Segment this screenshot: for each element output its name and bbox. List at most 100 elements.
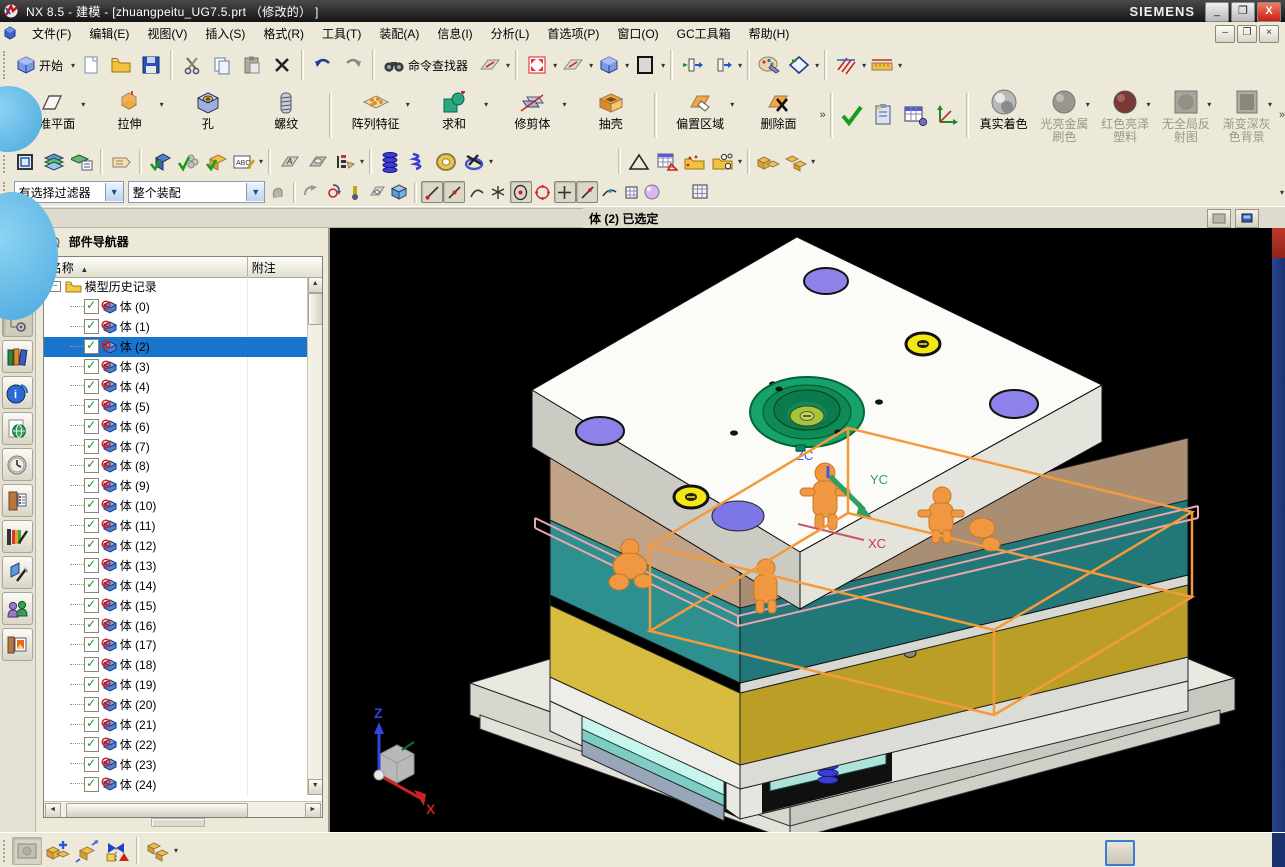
layer-settings-button[interactable]	[40, 148, 68, 176]
cut-button[interactable]	[177, 50, 207, 80]
lifting-hole-yellow[interactable]	[904, 331, 942, 357]
add-component-button[interactable]	[42, 837, 72, 865]
tree-row-body-3[interactable]: ✓ 体 (3)	[44, 357, 307, 377]
child-close-button[interactable]: ×	[1259, 25, 1279, 43]
dropdown-arrow[interactable]: ▾	[81, 100, 85, 109]
internet-browser-tab[interactable]	[1, 412, 33, 445]
text-check-button[interactable]: ABC	[230, 148, 258, 176]
shaded-view-button[interactable]	[558, 50, 588, 80]
tree-row-body-17[interactable]: ✓ 体 (17)	[44, 635, 307, 655]
check-clearance-button[interactable]	[174, 148, 202, 176]
groups-palette-tab[interactable]	[1, 592, 33, 625]
shading-button-realshade[interactable]: 真实着色	[973, 87, 1034, 143]
visibility-checkbox[interactable]: ✓	[83, 438, 99, 454]
dropdown-arrow[interactable]: ▾	[1268, 100, 1272, 109]
tree-row-body-14[interactable]: ✓ 体 (14)	[44, 575, 307, 595]
new-file-button[interactable]	[76, 50, 106, 80]
menu-9[interactable]: 首选项(P)	[538, 24, 608, 44]
column-note[interactable]: 附注	[252, 259, 276, 276]
tree-row-body-6[interactable]: ✓ 体 (6)	[44, 416, 307, 436]
focused-mini-button[interactable]	[1105, 840, 1135, 866]
interference-button[interactable]	[831, 50, 861, 80]
shading-button-matbg[interactable]: 渐变深灰色背景 ▾	[1216, 87, 1277, 144]
dropdown-arrow[interactable]: ▾	[259, 157, 263, 166]
assembly-constraints-button[interactable]	[102, 837, 132, 865]
feature-button-delface[interactable]: 删除面	[739, 87, 817, 143]
feature-button-offsetr[interactable]: 偏置区域 ▾	[661, 87, 739, 143]
select-tool-button[interactable]	[344, 182, 366, 202]
dropdown-arrow[interactable]: ▾	[1207, 100, 1211, 109]
tree-row-body-18[interactable]: ✓ 体 (18)	[44, 655, 307, 675]
style-button[interactable]	[784, 50, 814, 80]
select-handles-button[interactable]	[267, 182, 289, 202]
window-scale-button[interactable]	[12, 148, 40, 176]
feature-button-extrude[interactable]: 拉伸 ▾	[90, 87, 168, 143]
feature-button-unite[interactable]: 求和 ▾	[415, 87, 493, 143]
dropdown-arrow[interactable]: ▾	[1146, 100, 1150, 109]
panel-resize-grip[interactable]	[150, 818, 205, 827]
scroll-left-arrow[interactable]: ◄	[44, 803, 61, 817]
guide-hole-purple[interactable]	[575, 416, 625, 446]
menu-5[interactable]: 工具(T)	[313, 24, 370, 44]
guide-hole-purple[interactable]	[989, 389, 1039, 419]
point-set-folder-button[interactable]	[681, 148, 709, 176]
toolbar-grip[interactable]	[3, 149, 9, 174]
snap-intersection-toggle[interactable]	[487, 181, 509, 203]
open-file-button[interactable]	[106, 50, 136, 80]
paste-button[interactable]	[237, 50, 267, 80]
tree-row-body-11[interactable]: ✓ 体 (11)	[44, 516, 307, 536]
tree-row-body-7[interactable]: ✓ 体 (7)	[44, 436, 307, 456]
scroll-right-arrow[interactable]: ►	[304, 803, 321, 817]
visual-effects-button[interactable]	[754, 50, 784, 80]
clip-section-button[interactable]	[1207, 209, 1231, 228]
tree-row-body-4[interactable]: ✓ 体 (4)	[44, 376, 307, 396]
snap-point-on-curve-toggle[interactable]	[576, 181, 599, 203]
tree-root-row[interactable]: − 模型历史记录	[44, 277, 307, 297]
menu-4[interactable]: 格式(R)	[254, 24, 313, 44]
visibility-checkbox[interactable]: ✓	[83, 717, 99, 733]
reuse-library-tab[interactable]	[1, 340, 33, 373]
tree-row-body-23[interactable]: ✓ 体 (23)	[44, 754, 307, 774]
column-name[interactable]: 名称 ▲	[44, 259, 170, 276]
tree-row-body-19[interactable]: ✓ 体 (19)	[44, 675, 307, 695]
washer-tool-button[interactable]	[432, 148, 460, 176]
datum-csys-display-button[interactable]	[931, 102, 962, 128]
toolbar-grip[interactable]	[3, 839, 9, 862]
visibility-checkbox[interactable]: ✓	[83, 756, 99, 772]
dropdown-arrow[interactable]: ▾	[815, 61, 819, 70]
dropdown-arrow[interactable]: ▾	[898, 61, 902, 70]
feature-button-pattern[interactable]: 阵列特征 ▾	[336, 87, 414, 143]
selection-filter-combo-arrow[interactable]: ▼	[104, 183, 123, 201]
deviation-table-button[interactable]	[900, 102, 931, 128]
restore-button[interactable]: ❐	[1231, 2, 1255, 22]
dropdown-arrow[interactable]: ▾	[730, 100, 734, 109]
selection-scope-combo[interactable]: 整个装配 ▼	[127, 181, 266, 203]
visibility-checkbox[interactable]: ✓	[83, 617, 99, 633]
visibility-checkbox[interactable]: ✓	[83, 637, 99, 653]
suppress-spring-button[interactable]	[460, 148, 488, 176]
tree-row-body-22[interactable]: ✓ 体 (22)	[44, 734, 307, 754]
orient-view-right-button[interactable]	[707, 50, 737, 80]
face-analysis-b-button[interactable]	[303, 148, 331, 176]
annotation-note-button[interactable]	[107, 148, 135, 176]
pattern-component-button[interactable]	[143, 837, 173, 865]
visibility-checkbox[interactable]: ✓	[83, 577, 99, 593]
save-button[interactable]	[136, 50, 166, 80]
menu-8[interactable]: 分析(L)	[482, 24, 539, 44]
redo-button[interactable]	[338, 50, 368, 80]
horizontal-scroll-thumb[interactable]	[65, 803, 248, 817]
menu-7[interactable]: 信息(I)	[428, 24, 481, 44]
dropdown-arrow[interactable]: ▾	[563, 100, 567, 109]
tree-row-body-8[interactable]: ✓ 体 (8)	[44, 456, 307, 476]
spring-tool-button[interactable]	[376, 148, 404, 176]
examine-geometry-button[interactable]	[146, 148, 174, 176]
shading-button-matred[interactable]: 红色亮泽塑料 ▾	[1095, 87, 1156, 144]
menu-3[interactable]: 插入(S)	[196, 24, 254, 44]
visibility-checkbox[interactable]: ✓	[83, 776, 99, 792]
plane-tool-button[interactable]	[366, 182, 388, 202]
tree-row-body-0[interactable]: ✓ 体 (0)	[44, 297, 307, 317]
close-button[interactable]: X	[1257, 2, 1281, 22]
visibility-checkbox[interactable]: ✓	[83, 736, 99, 752]
command-finder-button[interactable]: 命令查找器	[379, 50, 475, 80]
tree-row-body-13[interactable]: ✓ 体 (13)	[44, 555, 307, 575]
